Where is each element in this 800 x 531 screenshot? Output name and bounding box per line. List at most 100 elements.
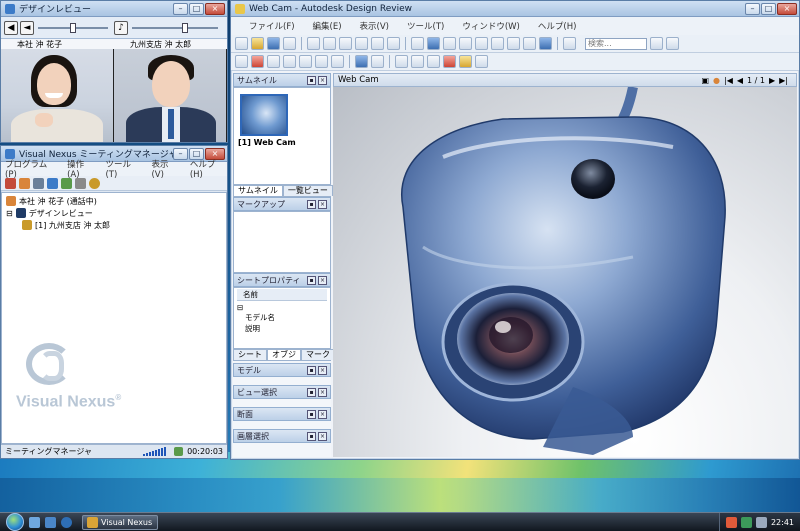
pin-icon[interactable]: ▪ (307, 409, 316, 419)
find-next-icon[interactable] (666, 37, 679, 50)
video-feed-man[interactable] (114, 49, 227, 142)
pin-icon[interactable]: ▪ (307, 199, 316, 209)
first-page-icon[interactable]: |◀ (724, 76, 733, 85)
tab-list-view[interactable]: 一覧ビュー (282, 185, 333, 196)
maximize-button[interactable]: □ (189, 2, 204, 15)
print-icon[interactable] (283, 37, 296, 50)
new-icon[interactable] (235, 37, 248, 50)
save-icon[interactable] (267, 37, 280, 50)
minimize-button[interactable]: – (173, 2, 188, 15)
cut-icon[interactable] (355, 37, 368, 50)
line-color-icon[interactable] (443, 55, 456, 68)
design-review-titlebar[interactable]: Web Cam - Autodesk Design Review – □ × (231, 1, 799, 17)
layout-icon[interactable] (563, 37, 576, 50)
taskbar-item-visual-nexus[interactable]: Visual Nexus (82, 514, 158, 530)
speaker-volume-slider[interactable] (36, 22, 110, 34)
network-icon[interactable] (740, 516, 752, 528)
walk-icon[interactable] (523, 37, 536, 50)
menu-view[interactable]: 表示(V) (151, 158, 179, 180)
layer-select-pane-header[interactable]: 画層選択 ▪ × (233, 429, 331, 443)
next-page-icon[interactable]: ▶ (769, 76, 775, 85)
fill-icon[interactable] (459, 55, 472, 68)
text-icon[interactable] (235, 55, 248, 68)
pan-icon[interactable] (427, 37, 440, 50)
mic-volume-slider[interactable] (130, 22, 220, 34)
fit-icon[interactable] (491, 37, 504, 50)
grid-icon[interactable] (371, 55, 384, 68)
menu-program[interactable]: プログラム(P) (5, 158, 57, 180)
tab-object[interactable]: オブジ (267, 349, 301, 360)
pen-icon[interactable] (251, 55, 264, 68)
call-icon[interactable] (5, 177, 16, 189)
binoculars-icon[interactable] (650, 37, 663, 50)
line-weight-icon[interactable] (475, 55, 488, 68)
callout-icon[interactable] (299, 55, 312, 68)
hangup-icon[interactable] (19, 177, 30, 189)
video-window-titlebar[interactable]: デザインレビュー – □ × (1, 1, 227, 17)
arrow-icon[interactable] (267, 55, 280, 68)
bold-icon[interactable] (395, 55, 408, 68)
menu-view[interactable]: 表示(V) (360, 20, 389, 32)
model-pane-header[interactable]: モデル ▪ × (233, 363, 331, 377)
menu-help[interactable]: ヘルプ(H) (538, 20, 577, 32)
close-button[interactable]: × (777, 2, 797, 15)
microphone-icon[interactable]: ♪ (114, 20, 128, 35)
stamp-icon[interactable] (315, 55, 328, 68)
tab-thumbnails[interactable]: サムネイル (233, 185, 283, 196)
menu-tools[interactable]: ツール(T) (407, 20, 444, 32)
sheet-icon[interactable] (355, 55, 368, 68)
model-canvas[interactable] (333, 87, 797, 457)
tab-markup[interactable]: マーク (301, 349, 335, 360)
volume-tray-icon[interactable] (755, 516, 767, 528)
paste-icon[interactable] (387, 37, 400, 50)
font-color-icon[interactable] (427, 55, 440, 68)
pin-icon[interactable]: ▪ (307, 365, 316, 375)
pane-close-icon[interactable]: × (318, 431, 327, 441)
zoom-out-icon[interactable] (475, 37, 488, 50)
redo-icon[interactable] (339, 37, 352, 50)
pane-close-icon[interactable]: × (318, 275, 327, 285)
rotate-icon[interactable] (411, 37, 424, 50)
document-tab[interactable]: Web Cam (338, 75, 379, 85)
tab-sheet[interactable]: シート (233, 349, 267, 360)
search-input[interactable]: 検索... (585, 37, 647, 50)
menu-edit[interactable]: 編集(E) (313, 20, 342, 32)
view-mode-icon[interactable]: ▣ (701, 76, 709, 85)
menu-help[interactable]: ヘルプ(H) (190, 158, 227, 180)
select-icon[interactable] (307, 37, 320, 50)
status-icon[interactable] (89, 177, 100, 189)
collapse-icon[interactable]: ⊟ (6, 209, 13, 218)
settings-icon[interactable] (75, 177, 86, 189)
close-button[interactable]: × (205, 2, 225, 15)
start-button[interactable] (6, 513, 24, 531)
view-select-pane-header[interactable]: ビュー選択 ▪ × (233, 385, 331, 399)
speaker-icon[interactable]: ◀ (4, 20, 18, 35)
tree-row-meeting[interactable]: ⊟ デザインレビュー (6, 207, 222, 219)
maximize-button[interactable]: □ (761, 2, 776, 15)
menu-window[interactable]: ウィンドウ(W) (462, 20, 520, 32)
user-icon[interactable] (33, 177, 44, 189)
shape-icon[interactable] (283, 55, 296, 68)
pin-icon[interactable]: ▪ (307, 275, 316, 285)
zoom-icon[interactable] (443, 37, 456, 50)
last-page-icon[interactable]: ▶| (779, 76, 788, 85)
minimize-button[interactable]: – (745, 2, 760, 15)
prop-group-icon[interactable]: ⊟ (237, 303, 327, 312)
copy-icon[interactable] (371, 37, 384, 50)
meeting-icon[interactable] (47, 177, 58, 189)
share-icon[interactable] (61, 177, 72, 189)
menu-operation[interactable]: 操作(A) (67, 158, 95, 180)
font-icon[interactable] (411, 55, 424, 68)
orbit-icon[interactable] (507, 37, 520, 50)
pane-close-icon[interactable]: × (318, 387, 327, 397)
webcam-thumbnail[interactable] (240, 94, 288, 136)
pin-icon[interactable]: ▪ (307, 431, 316, 441)
undo-icon[interactable] (323, 37, 336, 50)
menu-tools[interactable]: ツール(T) (105, 158, 141, 180)
pane-close-icon[interactable]: × (318, 365, 327, 375)
menu-file[interactable]: ファイル(F) (249, 20, 295, 32)
video-feed-woman[interactable] (1, 49, 114, 142)
pane-close-icon[interactable]: × (318, 199, 327, 209)
volume-icon[interactable]: ◄ (20, 20, 34, 35)
pane-close-icon[interactable]: × (318, 409, 327, 419)
